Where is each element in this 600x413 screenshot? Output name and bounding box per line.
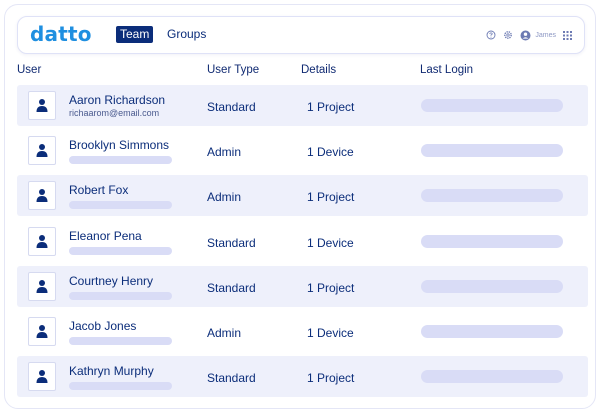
table-row[interactable]: Jacob Jones Admin 1 Device	[17, 311, 588, 352]
person-icon	[36, 144, 48, 157]
user-details[interactable]: 1 Project	[307, 371, 354, 385]
table-row[interactable]: Eleanor Pena Standard 1 Device	[17, 221, 588, 262]
user-details[interactable]: 1 Device	[307, 326, 354, 340]
email-placeholder	[69, 382, 172, 390]
user-details[interactable]: 1 Project	[307, 190, 354, 204]
tab-team[interactable]: Team	[116, 26, 154, 43]
avatar	[28, 227, 56, 256]
last-login-placeholder	[421, 235, 563, 248]
email-placeholder	[69, 292, 172, 300]
person-icon	[36, 99, 48, 112]
settings-icon[interactable]	[503, 30, 513, 40]
last-login-placeholder	[421, 144, 563, 157]
email-placeholder	[69, 156, 172, 164]
avatar	[28, 362, 56, 391]
last-login-placeholder	[421, 189, 563, 202]
last-login-placeholder	[421, 370, 563, 383]
apps-grid-icon[interactable]	[563, 30, 572, 40]
email-placeholder	[69, 247, 172, 255]
user-details[interactable]: 1 Device	[307, 236, 354, 250]
avatar	[28, 272, 56, 301]
user-details[interactable]: 1 Project	[307, 281, 354, 295]
table-row[interactable]: Brooklyn Simmons Admin 1 Device	[17, 130, 588, 171]
person-icon	[36, 370, 48, 383]
email-placeholder	[69, 337, 172, 345]
person-icon	[36, 280, 48, 293]
last-login-placeholder	[421, 99, 563, 112]
user-type: Standard	[207, 281, 256, 295]
user-type: Standard	[207, 236, 256, 250]
user-name[interactable]: Eleanor Pena	[69, 229, 142, 243]
user-type: Standard	[207, 371, 256, 385]
user-email: richaarom@email.com	[69, 108, 160, 118]
column-header-user-type[interactable]: User Type	[207, 64, 259, 76]
user-type: Standard	[207, 100, 256, 114]
user-name[interactable]: Jacob Jones	[69, 319, 136, 333]
column-header-last-login[interactable]: Last Login	[420, 64, 473, 76]
user-name[interactable]: Aaron Richardson	[69, 93, 165, 107]
table-row[interactable]: Aaron Richardson richaarom@email.com Sta…	[17, 85, 588, 126]
email-placeholder	[69, 201, 172, 209]
user-type: Admin	[207, 326, 242, 340]
user-type: Admin	[207, 145, 242, 159]
table-row[interactable]: Kathryn Murphy Standard 1 Project	[17, 356, 588, 397]
table-row[interactable]: Robert Fox Admin 1 Project	[17, 175, 588, 216]
user-type: Admin	[207, 190, 242, 204]
column-header-user[interactable]: User	[17, 64, 41, 76]
user-details[interactable]: 1 Project	[307, 100, 354, 114]
table-header: User User Type Details Last Login	[5, 64, 595, 80]
last-login-placeholder	[421, 280, 563, 293]
avatar	[28, 181, 56, 210]
person-icon	[36, 325, 48, 338]
user-name[interactable]: Kathryn Murphy	[69, 364, 154, 378]
person-icon	[36, 189, 48, 202]
top-icon-group: James	[486, 27, 572, 43]
help-icon[interactable]	[486, 30, 496, 40]
person-icon	[36, 235, 48, 248]
user-details[interactable]: 1 Device	[307, 145, 354, 159]
user-name[interactable]: Brooklyn Simmons	[69, 138, 169, 152]
datto-logo[interactable]: datto	[30, 22, 92, 46]
tab-groups[interactable]: Groups	[167, 26, 206, 43]
avatar	[28, 136, 56, 165]
user-icon[interactable]	[520, 30, 531, 41]
column-header-details[interactable]: Details	[301, 64, 336, 76]
user-name[interactable]: Courtney Henry	[69, 274, 153, 288]
last-login-placeholder	[421, 325, 563, 338]
avatar	[28, 91, 56, 120]
app-window: datto Team Groups James User User Type D…	[4, 4, 596, 409]
avatar	[28, 317, 56, 346]
user-name[interactable]: Robert Fox	[69, 183, 128, 197]
table-row[interactable]: Courtney Henry Standard 1 Project	[17, 266, 588, 307]
username-label[interactable]: James	[535, 32, 556, 39]
top-navigation-bar: datto Team Groups James	[17, 16, 585, 54]
